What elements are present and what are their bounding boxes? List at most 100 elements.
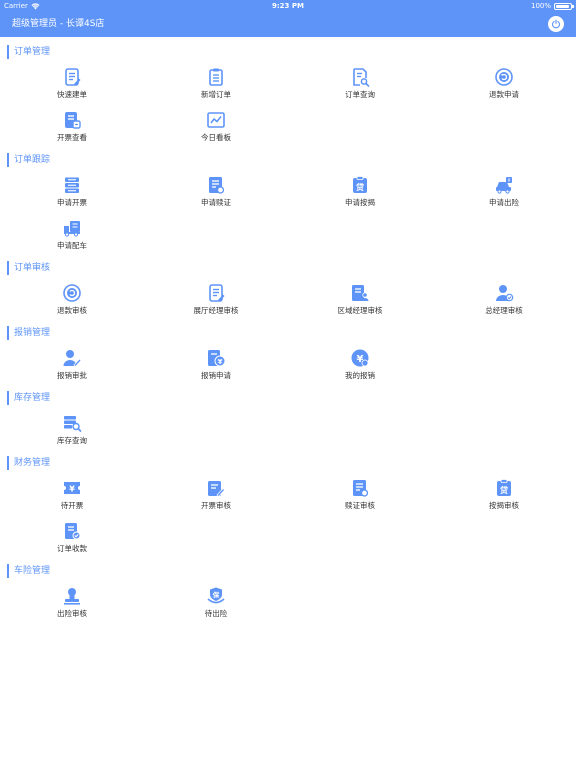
- menu-item[interactable]: 贷申请按揭: [288, 171, 432, 214]
- svg-text:保: 保: [212, 590, 220, 599]
- menu-item-label: 申请赎证: [201, 198, 231, 207]
- section-grid: 报销审批 ¥ 报销申请 ¥ 我的报销: [0, 340, 576, 387]
- yuan-document-icon: ¥: [206, 348, 226, 368]
- menu-item-label: 申请出险: [489, 198, 519, 207]
- menu-item[interactable]: 报销审批: [0, 344, 144, 387]
- section-grid: 出险审核 保待出险: [0, 578, 576, 625]
- user-edit-icon: [62, 348, 82, 368]
- menu-item[interactable]: 订单查询: [288, 63, 432, 106]
- menu-item[interactable]: 退款申请: [432, 63, 576, 106]
- menu-item-label: 开票查看: [57, 133, 87, 142]
- menu-item-label: 赎证审核: [345, 501, 375, 510]
- menu-item-label: 库存查询: [57, 436, 87, 445]
- ticket-icon: ¥: [62, 478, 82, 498]
- menu-item[interactable]: 保待出险: [144, 582, 288, 625]
- menu-item-label: 申请按揭: [345, 198, 375, 207]
- stamp-icon: [62, 586, 82, 606]
- menu-item[interactable]: 订单收款: [0, 517, 144, 560]
- header: Carrier 9:23 PM 100% 超级管理员 - 长谭4S店: [0, 0, 576, 37]
- menu-item-label: 订单查询: [345, 90, 375, 99]
- section-grid: 退款审核 展厅经理审核 区域经理审核 总经理审核: [0, 275, 576, 322]
- menu-item-label: 订单收款: [57, 544, 87, 553]
- document-edit-icon: [62, 67, 82, 87]
- section-grid: ¥ 待开票 开票审核 赎证审核 贷按揭审核订单收款: [0, 470, 576, 560]
- menu-item[interactable]: 申请开票: [0, 171, 144, 214]
- menu-item-label: 申请配车: [57, 241, 87, 250]
- status-battery: 100%: [530, 0, 574, 12]
- menu-item[interactable]: 开票审核: [144, 474, 288, 517]
- battery-percent: 100%: [530, 2, 551, 10]
- menu-item[interactable]: 退款审核: [0, 279, 144, 322]
- menu-item[interactable]: 新增订单: [144, 63, 288, 106]
- svg-text:贷: 贷: [356, 182, 364, 192]
- menu-item-label: 待出险: [204, 609, 228, 618]
- menu-item-label: 退款审核: [57, 306, 87, 315]
- loan-icon: 贷: [350, 175, 370, 195]
- menu-item[interactable]: 总经理审核: [432, 279, 576, 322]
- chart-board-icon: [206, 110, 226, 130]
- menu-item-label: 开票审核: [201, 501, 231, 510]
- document-check-icon: [62, 521, 82, 541]
- menu-item[interactable]: 区域经理审核: [288, 279, 432, 322]
- clipboard-icon: [206, 67, 226, 87]
- truck-icon: [62, 218, 82, 238]
- status-bar: Carrier 9:23 PM 100%: [0, 0, 576, 12]
- menu-item[interactable]: 开票查看: [0, 106, 144, 149]
- svg-text:¥: ¥: [218, 358, 223, 366]
- refund-audit-icon: [62, 283, 82, 303]
- menu-item-label: 快速建单: [57, 90, 87, 99]
- menu-item-label: 报销申请: [201, 371, 231, 380]
- user-check-icon: [494, 283, 514, 303]
- menu-item-label: 出险审核: [57, 609, 87, 618]
- menu-item[interactable]: ¥ 待开票: [0, 474, 144, 517]
- power-icon: [551, 19, 561, 29]
- logout-button[interactable]: [548, 16, 564, 32]
- section-header: 库存管理: [7, 391, 576, 405]
- car-accident-icon: [494, 175, 514, 195]
- menu-item[interactable]: 申请配车: [0, 214, 144, 257]
- menu-item[interactable]: ¥ 我的报销: [288, 344, 432, 387]
- section-header: 订单跟踪: [7, 153, 576, 167]
- section-header: 报销管理: [7, 326, 576, 340]
- app-screen: Carrier 9:23 PM 100% 超级管理员 - 长谭4S店 订单管理快…: [0, 0, 576, 768]
- document-edit-icon: [206, 283, 226, 303]
- menu-item-label: 区域经理审核: [337, 306, 383, 315]
- section-grid: 快速建单 新增订单 订单查询 退款申请开票查看 今日看板: [0, 59, 576, 149]
- page-title: 超级管理员 - 长谭4S店: [12, 19, 105, 29]
- menu-item-label: 申请开票: [57, 198, 87, 207]
- menu-item-label: 报销审批: [57, 371, 87, 380]
- section-header: 车险管理: [7, 564, 576, 578]
- menu-item[interactable]: 库存查询: [0, 409, 144, 452]
- section-grid: 申请开票 申请赎证贷申请按揭 申请出险 申请配车: [0, 167, 576, 257]
- menu-item[interactable]: 贷按揭审核: [432, 474, 576, 517]
- menu-item[interactable]: 申请赎证: [144, 171, 288, 214]
- menu-item[interactable]: 赎证审核: [288, 474, 432, 517]
- menu-item-label: 按揭审核: [489, 501, 519, 510]
- status-time: 9:23 PM: [272, 2, 304, 10]
- menu-item-label: 我的报销: [345, 371, 375, 380]
- svg-text:¥: ¥: [69, 485, 75, 494]
- menu-item[interactable]: 展厅经理审核: [144, 279, 288, 322]
- menu-item-label: 总经理审核: [485, 306, 523, 315]
- menu-item-label: 待开票: [60, 501, 84, 510]
- menu-item-label: 新增订单: [201, 90, 231, 99]
- insurance-icon: 保: [206, 586, 226, 606]
- section-grid: 库存查询: [0, 405, 576, 452]
- invoice-icon: [62, 110, 82, 130]
- menu-item[interactable]: 快速建单: [0, 63, 144, 106]
- section-header: 订单管理: [7, 45, 576, 59]
- certificate-icon: [206, 175, 226, 195]
- menu-item[interactable]: 出险审核: [0, 582, 144, 625]
- loan-icon: 贷: [494, 478, 514, 498]
- certificate-icon: [350, 478, 370, 498]
- menu-item-label: 今日看板: [201, 133, 231, 142]
- inventory-search-icon: [62, 413, 82, 433]
- section-header: 订单审核: [7, 261, 576, 275]
- menu-item[interactable]: 申请出险: [432, 171, 576, 214]
- menu-item[interactable]: ¥ 报销申请: [144, 344, 288, 387]
- menu-item[interactable]: 今日看板: [144, 106, 288, 149]
- menu-item-label: 展厅经理审核: [193, 306, 239, 315]
- menu-item-label: 退款申请: [489, 90, 519, 99]
- section-header: 财务管理: [7, 456, 576, 470]
- invoice-apply-icon: [62, 175, 82, 195]
